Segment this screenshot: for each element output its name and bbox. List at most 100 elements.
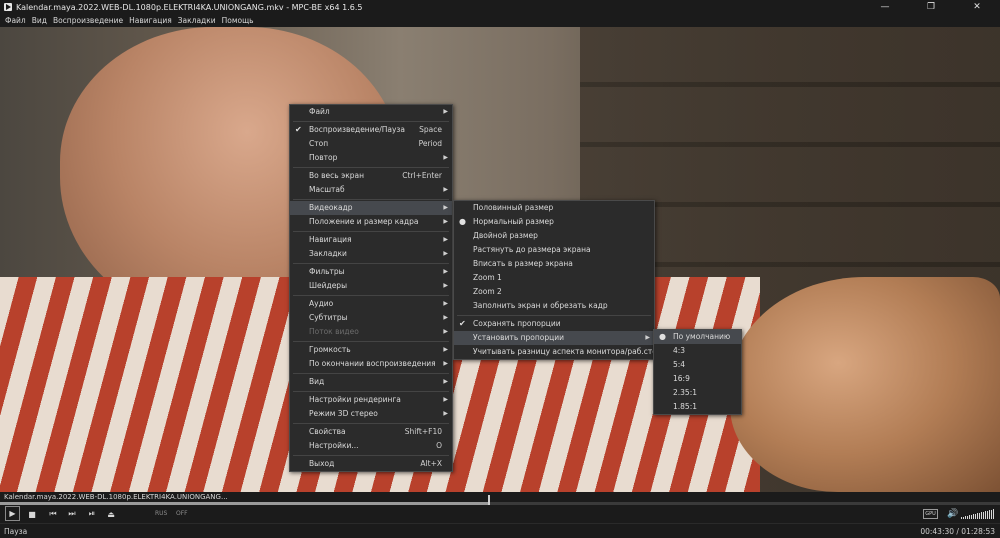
context-menu-item[interactable]: Файл ▶ [290, 105, 452, 119]
menu-item-shortcut: Alt+X [420, 459, 442, 468]
context-menu-item[interactable]: Во весь экран Ctrl+Enter [290, 169, 452, 183]
submenu-arrow-icon: ▶ [443, 410, 448, 417]
context-menu-item[interactable]: Шейдеры ▶ [290, 279, 452, 293]
aspect-menu-item[interactable]: 16:9 [654, 372, 741, 386]
previous-icon[interactable]: ⏮ [46, 507, 60, 521]
video-frame-menu-item[interactable]: ✔ Сохранять пропорции [454, 317, 654, 331]
menu-file[interactable]: Файл [2, 16, 29, 25]
menu-item-shortcut: Ctrl+Enter [402, 171, 442, 180]
submenu-arrow-icon: ▶ [443, 108, 448, 115]
eject-icon[interactable]: ⏏ [104, 507, 118, 521]
video-frame-menu-item[interactable]: Zoom 1 [454, 271, 654, 285]
menu-item-label: Настройки... [309, 441, 359, 450]
window-controls: — ❐ ✕ [862, 0, 1000, 14]
context-menu-item[interactable]: Настройки рендеринга ▶ [290, 393, 452, 407]
submenu-arrow-icon: ▶ [443, 360, 448, 367]
volume-level-bar [989, 510, 990, 519]
menu-item-label: Zoom 2 [473, 287, 502, 296]
context-menu-item[interactable]: Субтитры ▶ [290, 311, 452, 325]
volume-level-bar [975, 513, 976, 519]
volume-level-bar [973, 514, 974, 519]
aspect-menu-item[interactable]: 4:3 [654, 344, 741, 358]
context-menu-item[interactable]: Свойства Shift+F10 [290, 425, 452, 439]
submenu-arrow-icon: ▶ [443, 282, 448, 289]
context-menu-item[interactable]: Фильтры ▶ [290, 265, 452, 279]
menu-item-label: Двойной размер [473, 231, 538, 240]
video-frame-menu-item[interactable]: ● Нормальный размер [454, 215, 654, 229]
submenu-arrow-icon: ▶ [443, 218, 448, 225]
context-menu-item[interactable]: Выход Alt+X [290, 457, 452, 471]
frame-step-icon[interactable]: ⏯ [85, 507, 99, 521]
menu-item-label: Настройки рендеринга [309, 395, 401, 404]
control-toolbar: ▶ ■ ⏮ ⏭ ⏯ ⏏ RUS OFF GPU 🔊 [0, 505, 1000, 523]
volume-level-bar [987, 510, 988, 519]
volume-level-bar [979, 512, 980, 519]
video-frame-menu-item[interactable]: Заполнить экран и обрезать кадр [454, 299, 654, 313]
context-menu-item[interactable]: Закладки ▶ [290, 247, 452, 261]
submenu-arrow-icon: ▶ [443, 154, 448, 161]
seek-bar-thumb[interactable] [488, 495, 491, 505]
video-frame-menu-item[interactable]: Установить пропорции ▶ [454, 331, 654, 345]
context-menu-item: Поток видео ▶ [290, 325, 452, 339]
audio-track-label[interactable]: RUS [155, 505, 167, 523]
context-menu-item[interactable]: Вид ▶ [290, 375, 452, 389]
aspect-menu-item[interactable]: 1.85:1 [654, 400, 741, 414]
volume-level-bar [971, 514, 972, 519]
stop-icon[interactable]: ■ [25, 507, 39, 521]
speaker-icon[interactable]: 🔊 [947, 509, 958, 519]
next-icon[interactable]: ⏭ [65, 507, 79, 521]
menu-view[interactable]: Вид [29, 16, 50, 25]
context-menu-item[interactable]: Повтор ▶ [290, 151, 452, 165]
subtitle-track-label[interactable]: OFF [176, 505, 188, 523]
volume-level-bar [961, 517, 962, 519]
context-menu-item[interactable]: ✔ Воспроизведение/Пауза Space [290, 123, 452, 137]
video-frame-menu-item[interactable]: Учитывать разницу аспекта монитора/раб.с… [454, 345, 666, 359]
menu-item-label: Установить пропорции [473, 333, 564, 342]
playback-time: 00:43:30 / 01:28:53 [920, 527, 995, 536]
minimize-button[interactable]: — [862, 0, 908, 14]
mpc-be-app-icon [3, 2, 13, 12]
volume-level-bar [993, 509, 994, 519]
context-menu-item[interactable]: Аудио ▶ [290, 297, 452, 311]
menu-item-label: Фильтры [309, 267, 345, 276]
status-bar: Пауза 00:43:30 / 01:28:53 [0, 523, 1000, 538]
menu-item-shortcut: Period [418, 139, 442, 148]
volume-slider[interactable] [961, 509, 995, 519]
aspect-menu-item[interactable]: 2.35:1 [654, 386, 741, 400]
video-frame-menu-item[interactable]: Zoom 2 [454, 285, 654, 299]
context-menu-item[interactable]: Видеокадр ▶ [290, 201, 452, 215]
volume-level-bar [967, 515, 968, 519]
volume-level-bar [991, 509, 992, 519]
context-menu-item[interactable]: Настройки... O [290, 439, 452, 453]
close-button[interactable]: ✕ [954, 0, 1000, 14]
context-menu-item[interactable]: Громкость ▶ [290, 343, 452, 357]
context-menu-item[interactable]: Положение и размер кадра ▶ [290, 215, 452, 229]
menu-help[interactable]: Помощь [219, 16, 257, 25]
maximize-button[interactable]: ❐ [908, 0, 954, 14]
video-frame-menu-item[interactable]: Двойной размер [454, 229, 654, 243]
context-menu-item[interactable]: По окончании воспроизведения ▶ [290, 357, 452, 371]
menu-item-label: Масштаб [309, 185, 345, 194]
context-menu-item[interactable]: Режим 3D стерео ▶ [290, 407, 452, 421]
context-menu: Файл ▶ ✔ Воспроизведение/Пауза Space Стоп Peri… [289, 104, 453, 472]
video-frame-menu-item[interactable]: Половинный размер [454, 201, 654, 215]
submenu-arrow-icon: ▶ [443, 396, 448, 403]
menu-bookmarks[interactable]: Закладки [175, 16, 219, 25]
menu-playback[interactable]: Воспроизведение [50, 16, 126, 25]
play-icon[interactable]: ▶ [5, 506, 20, 521]
menu-item-label: По окончании воспроизведения [309, 359, 436, 368]
aspect-menu-item[interactable]: 5:4 [654, 358, 741, 372]
menu-item-label: Видеокадр [309, 203, 353, 212]
menu-navigation[interactable]: Навигация [126, 16, 175, 25]
menu-item-label: Положение и размер кадра [309, 217, 419, 226]
video-frame-menu-item[interactable]: Вписать в размер экрана [454, 257, 654, 271]
aspect-menu-item[interactable]: ● По умолчанию [654, 330, 741, 344]
menu-item-label: Закладки [309, 249, 347, 258]
context-menu-item[interactable]: Стоп Period [290, 137, 452, 151]
context-menu-item[interactable]: Масштаб ▶ [290, 183, 452, 197]
context-menu-item[interactable]: Навигация ▶ [290, 233, 452, 247]
menu-item-label: 4:3 [673, 346, 686, 355]
video-frame-menu-item[interactable]: Растянуть до размера экрана [454, 243, 654, 257]
submenu-arrow-icon: ▶ [443, 378, 448, 385]
menu-item-label: Сохранять пропорции [473, 319, 561, 328]
